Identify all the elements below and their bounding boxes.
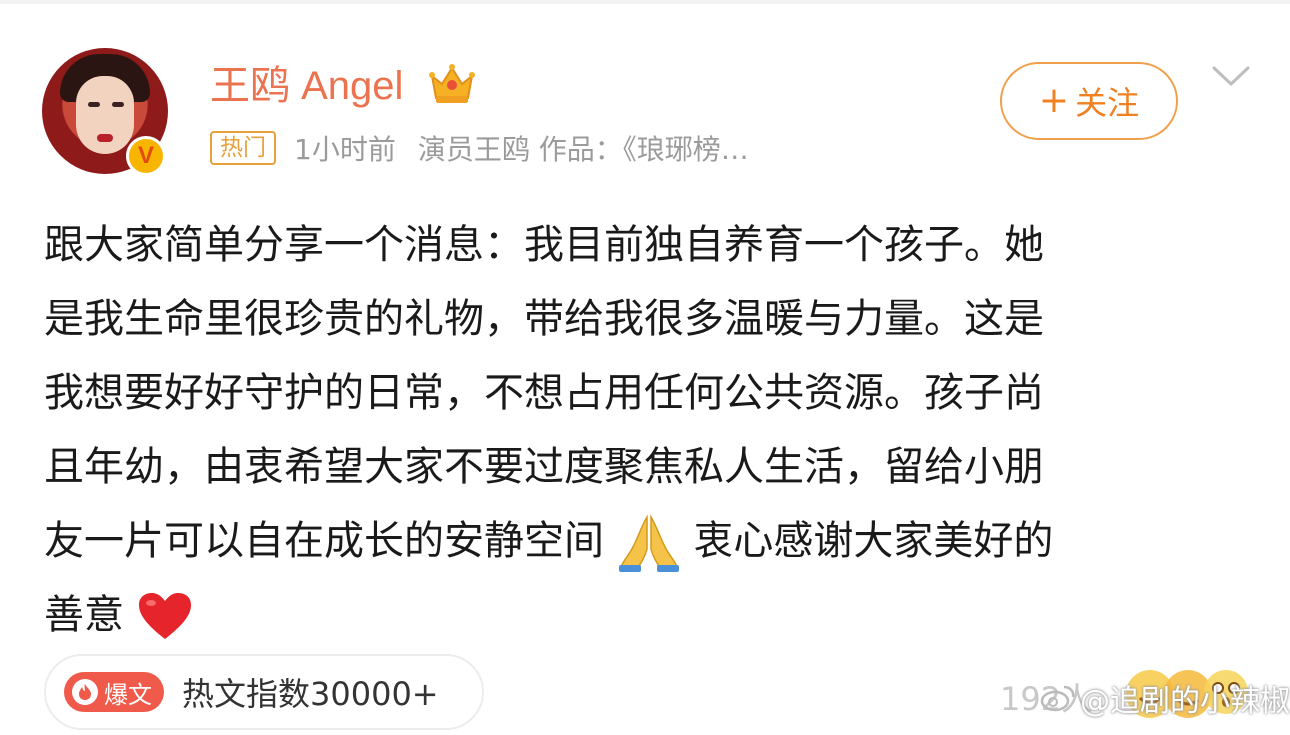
avatar-eye	[88, 102, 100, 107]
plus-icon: +	[1038, 80, 1070, 121]
red-heart-emoji	[138, 593, 191, 639]
flame-icon	[72, 679, 98, 705]
watermark-text: @追剧的小辣椒	[1080, 684, 1290, 719]
post-meta: 热门 1小时前 演员王鸥 作品：《琅琊榜…	[210, 126, 749, 170]
user-description[interactable]: 演员王鸥 作品：《琅琊榜…	[418, 128, 749, 168]
post-time: 1小时前	[294, 133, 396, 166]
post-line-7: 善意	[44, 578, 1244, 652]
post-line-segment: 友一片可以自在成长的安静空间	[44, 518, 604, 564]
hot-tag: 热门	[210, 131, 276, 165]
crown-icon	[429, 64, 475, 103]
baowen-label: 爆文	[104, 680, 152, 709]
post-line: 跟大家简单分享一个消息：我目前独自养育一个孩子。她	[44, 222, 1044, 268]
post-line-segment: 善意	[44, 592, 124, 638]
post-line-5: 友一片可以自在成长的安静空间 衷心感谢大家美好的	[44, 504, 1244, 578]
avatar-lip	[97, 134, 113, 142]
post-line: 我想要好好守护的日常，不想占用任何公共资源。孩子尚	[44, 370, 1044, 416]
avatar-eye	[112, 102, 124, 107]
post-line: 是我生命里很珍贵的礼物，带给我很多温暖与力量。这是	[44, 296, 1044, 342]
follow-label: 关注	[1075, 84, 1140, 122]
post-text: 跟大家简单分享一个消息：我目前独自养育一个孩子。她 是我生命里很珍贵的礼物，带给…	[44, 208, 1244, 652]
weibo-logo-icon	[1040, 685, 1075, 712]
praying-hands-emoji	[618, 514, 679, 572]
follow-button[interactable]: + 关注	[1000, 62, 1178, 140]
hot-index-pill[interactable]: 爆文 热文指数30000+	[44, 654, 484, 730]
username[interactable]: 王鸥 Angel	[210, 58, 403, 114]
top-divider	[0, 0, 1290, 4]
verified-badge-icon: V	[126, 136, 166, 176]
post-line-segment: 衷心感谢大家美好的	[693, 518, 1054, 564]
hot-index-label: 热文指数30000+	[182, 675, 439, 713]
watermark-text-wrap: @追剧的小辣椒	[1040, 676, 1290, 720]
avatar-face	[76, 76, 134, 154]
baowen-badge: 爆文	[64, 672, 164, 712]
post-line: 且年幼，由衷希望大家不要过度聚焦私人生活，留给小朋	[44, 444, 1044, 490]
chevron-down-icon[interactable]	[1210, 60, 1252, 92]
